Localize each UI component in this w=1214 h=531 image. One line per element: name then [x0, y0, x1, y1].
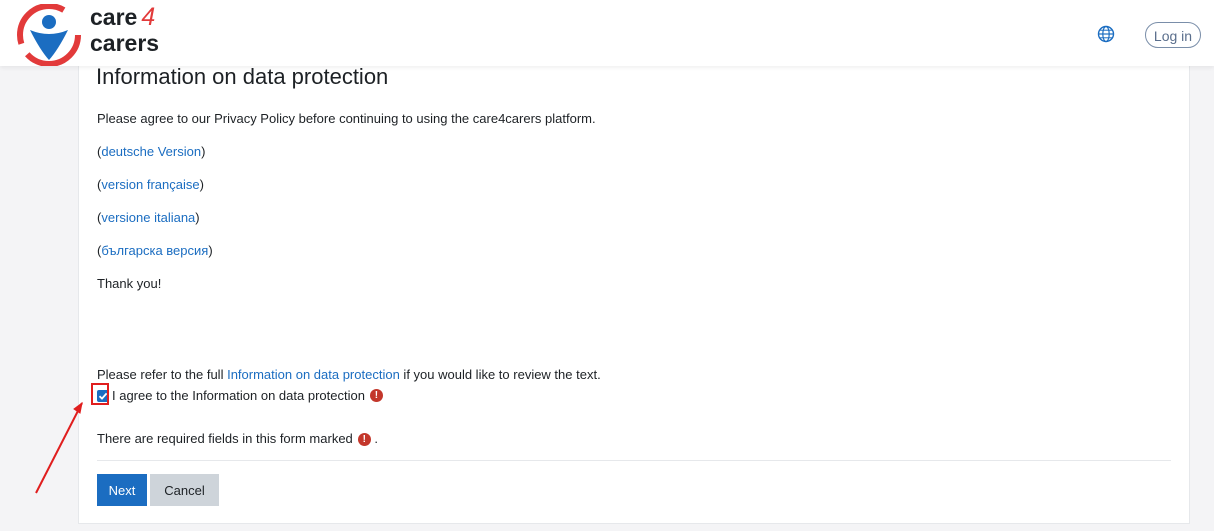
annotation-arrow-icon: [35, 401, 83, 494]
link-french-version[interactable]: version française: [101, 177, 199, 192]
next-button[interactable]: Next: [97, 474, 147, 506]
language-link-row: (version française): [97, 177, 204, 192]
thanks-text: Thank you!: [97, 276, 162, 291]
link-italian-version[interactable]: versione italiana: [101, 210, 195, 225]
checkbox-highlight-box: [91, 383, 109, 405]
refer-text: Please refer to the full Information on …: [97, 367, 601, 382]
site-logo[interactable]: care 4 carers: [16, 3, 226, 66]
page-title: Information on data protection: [96, 64, 389, 89]
language-link-row: (българска версия): [97, 243, 213, 258]
intro-text: Please agree to our Privacy Policy befor…: [97, 111, 596, 126]
login-button[interactable]: Log in: [1145, 22, 1201, 48]
content-card: [78, 56, 1190, 524]
globe-icon[interactable]: [1097, 25, 1115, 43]
language-link-row: (versione italiana): [97, 210, 200, 225]
required-note: There are required fields in this form m…: [97, 431, 379, 447]
logo-four: 4: [141, 3, 156, 31]
language-link-row: (deutsche Version): [97, 144, 206, 159]
logo-text: care 4 carers: [90, 3, 160, 56]
link-data-protection[interactable]: Information on data protection: [227, 367, 400, 382]
cancel-button[interactable]: Cancel: [150, 474, 219, 506]
required-icon: !: [357, 433, 371, 447]
site-header: care 4 carers Log in: [0, 0, 1214, 66]
agree-row: I agree to the Information on data prote…: [97, 388, 383, 403]
logo-mark-icon: [17, 4, 81, 66]
form-divider: [97, 460, 1171, 461]
agree-label[interactable]: I agree to the Information on data prote…: [112, 388, 365, 403]
link-bulgarian-version[interactable]: българска версия: [101, 243, 208, 258]
required-icon: !: [369, 389, 383, 402]
logo-care: care: [90, 4, 138, 30]
link-german-version[interactable]: deutsche Version: [101, 144, 201, 159]
logo-carers: carers: [90, 30, 160, 56]
